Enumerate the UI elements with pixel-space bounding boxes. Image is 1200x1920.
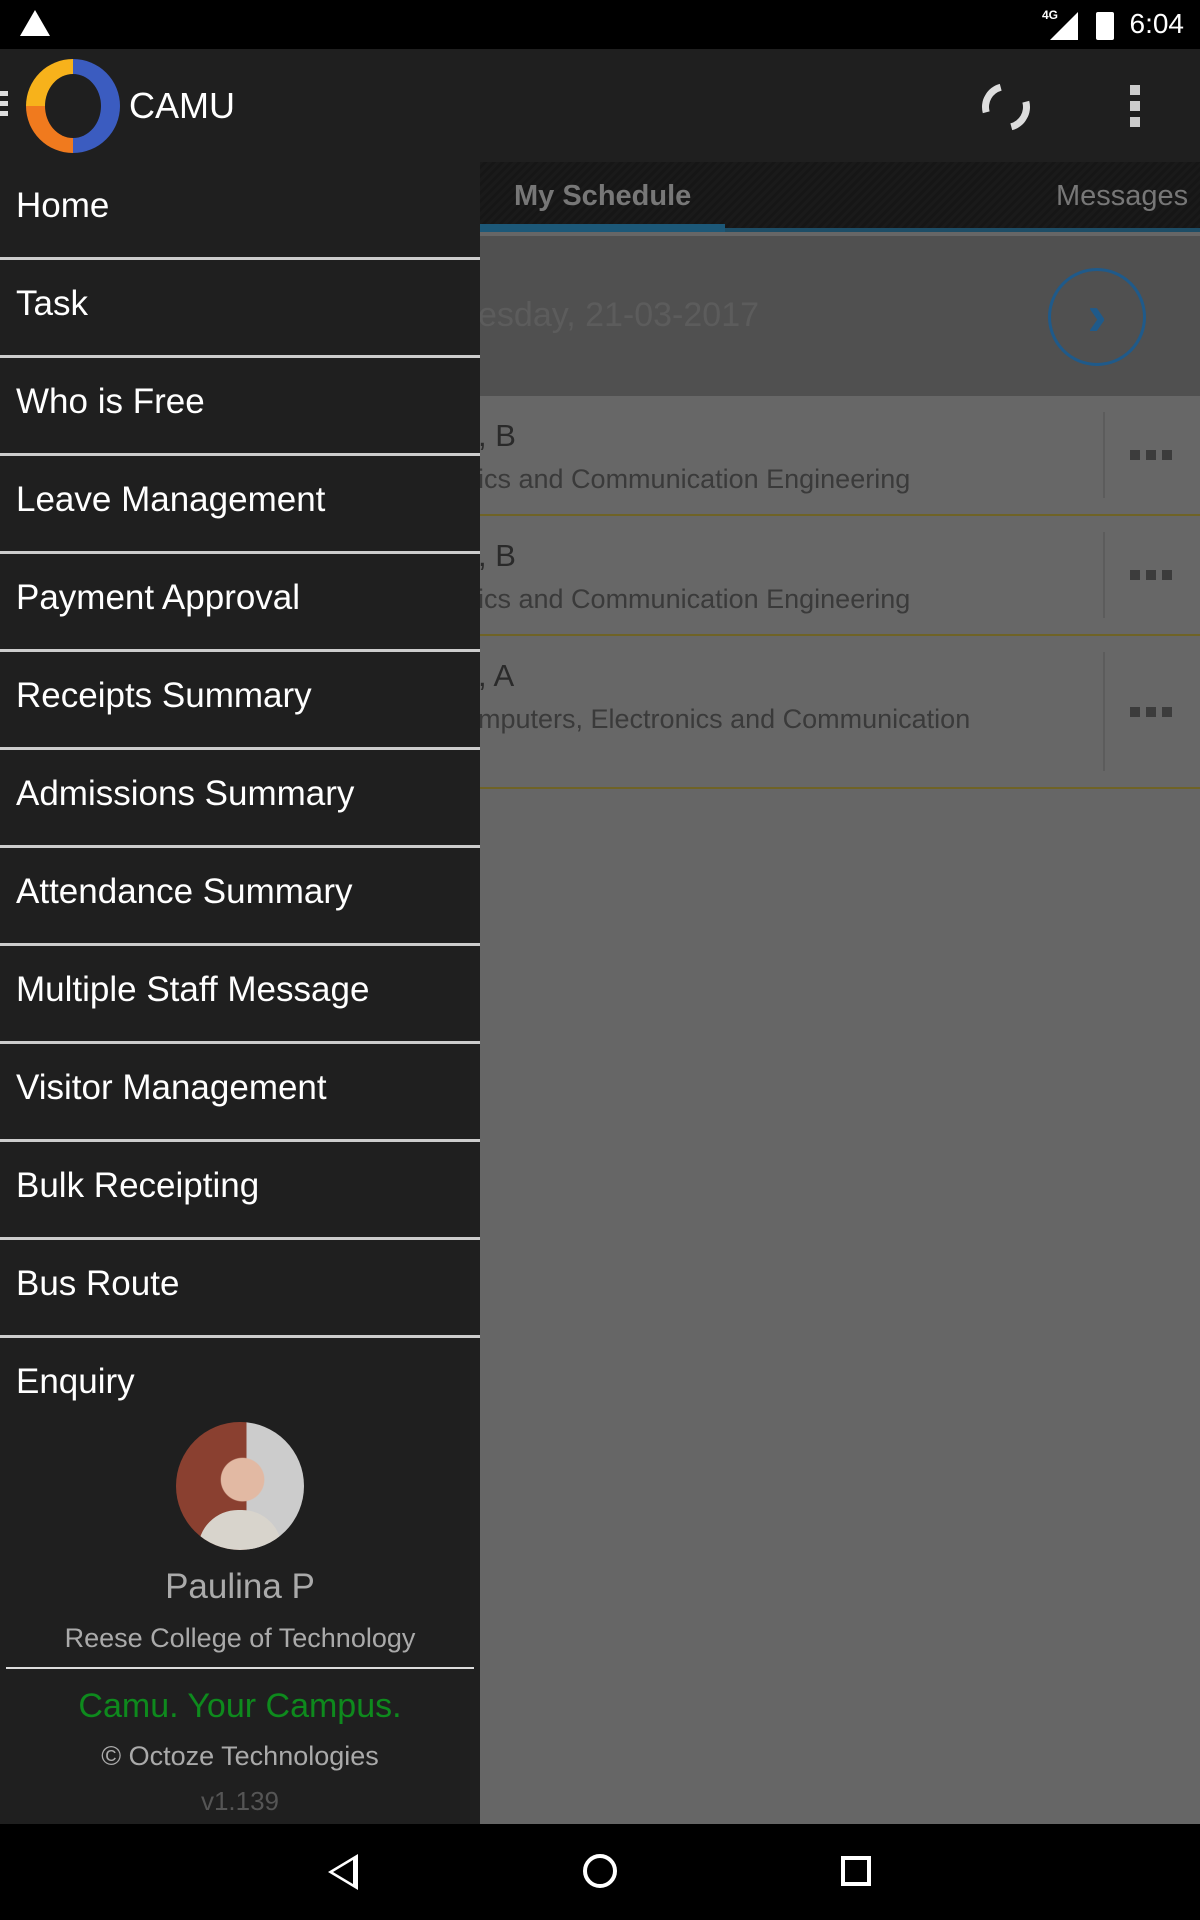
menu-item-attendance-summary[interactable]: Attendance Summary	[0, 848, 480, 946]
row-subtitle: mputers, Electronics and Communication	[478, 704, 971, 734]
app-version: v1.139	[200, 1786, 280, 1816]
menu-item-home[interactable]: Home	[0, 162, 480, 260]
sync-icon[interactable]	[973, 74, 1039, 140]
recents-icon[interactable]	[841, 1856, 871, 1886]
more-horiz-icon[interactable]	[1130, 570, 1172, 580]
more-horiz-icon[interactable]	[1130, 706, 1172, 717]
row-title: , B	[478, 538, 516, 573]
menu-item-bus-route[interactable]: Bus Route	[0, 1240, 480, 1338]
row-subtitle: ics and Communication Engineering	[478, 584, 911, 614]
status-bar: 4G 6:04	[0, 0, 1200, 49]
menu-icon[interactable]	[0, 91, 8, 117]
menu-item-leave-management[interactable]: Leave Management	[0, 456, 480, 554]
divider	[1103, 532, 1105, 618]
row-subtitle: ics and Communication Engineering	[478, 464, 911, 494]
clock: 6:04	[1129, 8, 1185, 39]
tab-indicator	[480, 224, 725, 232]
signal-icon	[1050, 12, 1078, 40]
warning-icon	[20, 10, 50, 36]
menu-item-payment-approval[interactable]: Payment Approval	[0, 554, 480, 652]
row-title: , B	[478, 418, 516, 453]
menu-item-visitor-management[interactable]: Visitor Management	[0, 1044, 480, 1142]
row-title: , A	[478, 658, 515, 693]
navigation-drawer: Home Task Who is Free Leave Management P…	[0, 162, 480, 1824]
tab-my-schedule[interactable]: My Schedule	[514, 180, 691, 213]
menu-item-bulk-receipting[interactable]: Bulk Receipting	[0, 1142, 480, 1240]
camu-logo[interactable]	[26, 59, 120, 153]
profile-college: Reese College of Technology	[64, 1623, 416, 1653]
avatar[interactable]	[176, 1422, 304, 1550]
divider	[1103, 412, 1105, 498]
battery-charging-icon	[1096, 12, 1114, 40]
menu-item-multiple-staff-message[interactable]: Multiple Staff Message	[0, 946, 480, 1044]
app-title: CAMU	[129, 85, 235, 126]
menu-item-who-is-free[interactable]: Who is Free	[0, 358, 480, 456]
menu-item-receipts-summary[interactable]: Receipts Summary	[0, 652, 480, 750]
copyright: © Octoze Technologies	[101, 1741, 379, 1771]
chevron-right-icon: ›	[1087, 283, 1107, 348]
more-vert-icon[interactable]	[1130, 85, 1140, 127]
schedule-date: esday, 21-03-2017	[478, 296, 760, 334]
tab-messages[interactable]: Messages	[1056, 180, 1188, 213]
profile-name: Paulina P	[165, 1567, 315, 1606]
more-horiz-icon[interactable]	[1130, 450, 1172, 460]
menu-item-task[interactable]: Task	[0, 260, 480, 358]
back-icon[interactable]	[328, 1854, 358, 1890]
menu-item-enquiry[interactable]: Enquiry	[0, 1338, 480, 1402]
home-icon[interactable]	[583, 1854, 617, 1888]
divider	[6, 1667, 474, 1669]
divider	[1103, 652, 1105, 771]
tagline: Camu. Your Campus.	[78, 1687, 402, 1725]
system-nav-bar	[0, 1824, 1200, 1920]
app-bar: CAMU	[0, 49, 1200, 162]
next-day-button[interactable]: ›	[1048, 268, 1146, 366]
menu-item-admissions-summary[interactable]: Admissions Summary	[0, 750, 480, 848]
